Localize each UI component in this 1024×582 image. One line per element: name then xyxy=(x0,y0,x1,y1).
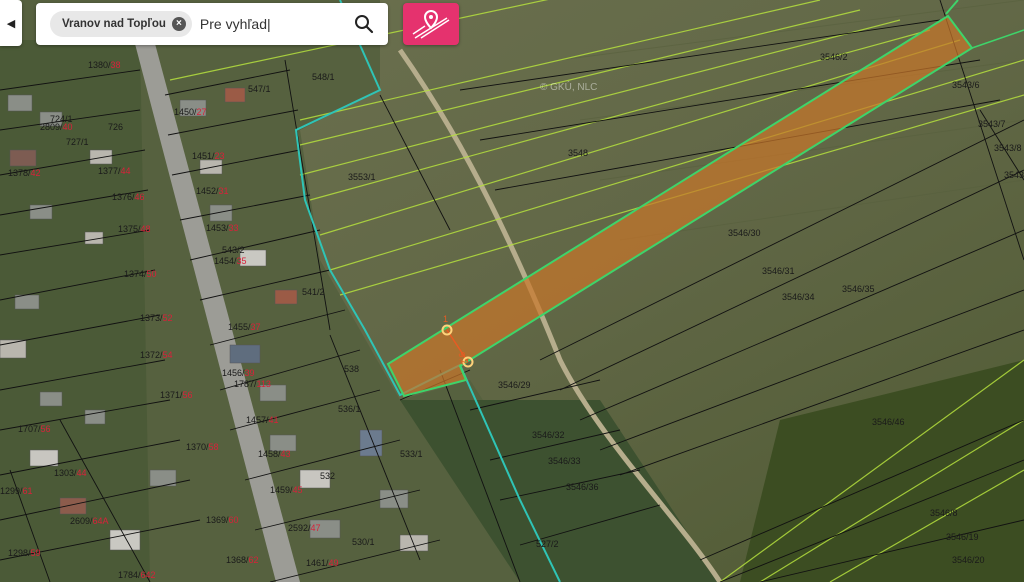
parcel-number: 541/2 xyxy=(302,287,325,297)
parcel-number: 3543/9 xyxy=(1004,170,1024,180)
parcel-number: 3546/32 xyxy=(532,430,565,440)
parcel-number: 3546/8 xyxy=(930,508,958,518)
parcel-number: 1459/45 xyxy=(270,485,303,495)
parcel-number: 1303/44 xyxy=(54,468,87,478)
parcel-number: 532 xyxy=(320,471,335,481)
parcel-number: 726 xyxy=(108,122,123,132)
location-chip-label: Vranov nad Topľou xyxy=(62,18,166,30)
parcel-number: 3543/6 xyxy=(952,80,980,90)
parcel-number: 3546/35 xyxy=(842,284,875,294)
parcel-number: 724/1 xyxy=(50,114,73,124)
parcel-number: 548/1 xyxy=(312,72,335,82)
parcel-number: 1707/56 xyxy=(18,424,51,434)
parcel-number: 1368/62 xyxy=(226,555,259,565)
location-chip[interactable]: Vranov nad Topľou × xyxy=(50,11,192,37)
parcel-number: 3546/2 xyxy=(820,52,848,62)
map-watermark: © GKÚ, NLC xyxy=(540,80,597,93)
parcel-number: 1787/113 xyxy=(234,379,271,389)
parcel-number: 527/2 xyxy=(536,539,559,549)
parcel-number: 1456/39 xyxy=(222,368,255,378)
parcel-number: 3546/20 xyxy=(952,555,985,565)
parcel-number: 533/1 xyxy=(400,449,423,459)
parcel-number: 1371/56 xyxy=(160,390,193,400)
parcel-number: 3543/7 xyxy=(978,119,1006,129)
parcel-number: 1457/41 xyxy=(246,415,279,425)
parcel-number: 3546/19 xyxy=(946,532,979,542)
parcel-number: 1370/58 xyxy=(186,442,219,452)
parcel-number: 547/1 xyxy=(248,84,271,94)
parcel-number: 1374/50 xyxy=(124,269,157,279)
parcel-number: 1451/23 xyxy=(192,151,225,161)
chevron-left-icon: ◀ xyxy=(6,17,16,30)
parcel-number: 1458/43 xyxy=(258,449,291,459)
measure-point-a: 1 xyxy=(443,314,448,324)
back-button[interactable]: ◀ xyxy=(0,0,22,46)
parcel-number: 1453/33 xyxy=(206,223,239,233)
parcel-number: 3543/8 xyxy=(994,143,1022,153)
parcel-number: 1450/27 xyxy=(174,107,207,117)
search-input[interactable] xyxy=(197,15,362,33)
search-bar[interactable]: Vranov nad Topľou × xyxy=(36,3,388,45)
parcel-number: 3546/31 xyxy=(762,266,795,276)
parcel-number: 1454/35 xyxy=(214,256,247,266)
parcel-number: 3546/30 xyxy=(728,228,761,238)
parcel-number: 530/1 xyxy=(352,537,375,547)
parcel-number: 3546/29 xyxy=(498,380,531,390)
parcel-number: 1461/49 xyxy=(306,558,339,568)
parcel-number: 1378/42 xyxy=(8,168,41,178)
parcel-number: 1372/54 xyxy=(140,350,173,360)
parcel-number: 1299/61 xyxy=(0,486,33,496)
parcel-number: 1375/48 xyxy=(118,224,151,234)
parcel-number: 3546/46 xyxy=(872,417,905,427)
parcel-number: 543/2 xyxy=(222,245,245,255)
parcel-number: 1455/37 xyxy=(228,322,261,332)
parcel-number: 3546/36 xyxy=(566,482,599,492)
cadastral-map[interactable]: 1 9,2 © GKÚ, NLC 1380/382809/401378/42 13… xyxy=(0,0,1024,582)
parcel-number: 1380/38 xyxy=(88,60,121,70)
parcel-number: 3546/33 xyxy=(548,456,581,466)
parcel-number: 2609/64A xyxy=(70,516,109,526)
parcel-number: 1377/44 xyxy=(98,166,131,176)
parcel-number: 1452/31 xyxy=(196,186,229,196)
parcel-number: 536/1 xyxy=(338,404,361,414)
parcel-number: 1298/59 xyxy=(8,548,41,558)
parcel-number: 1373/52 xyxy=(140,313,173,323)
parcel-number: 3553/1 xyxy=(348,172,376,182)
parcel-number: 1784/642 xyxy=(118,570,156,580)
parcel-number: 1369/60 xyxy=(206,515,239,525)
parcel-number: 3546/34 xyxy=(782,292,815,302)
parcel-number: 3548 xyxy=(568,148,588,158)
parcel-layer-button[interactable] xyxy=(403,3,459,45)
parcel-number: 727/1 xyxy=(66,137,89,147)
parcel-number: 1376/46 xyxy=(112,192,145,202)
parcel-number: 538 xyxy=(344,364,359,374)
parcel-number: 2592/47 xyxy=(288,523,321,533)
search-icon[interactable] xyxy=(354,14,374,34)
map-pin-parcel-icon xyxy=(412,9,450,39)
close-icon[interactable]: × xyxy=(171,17,186,31)
